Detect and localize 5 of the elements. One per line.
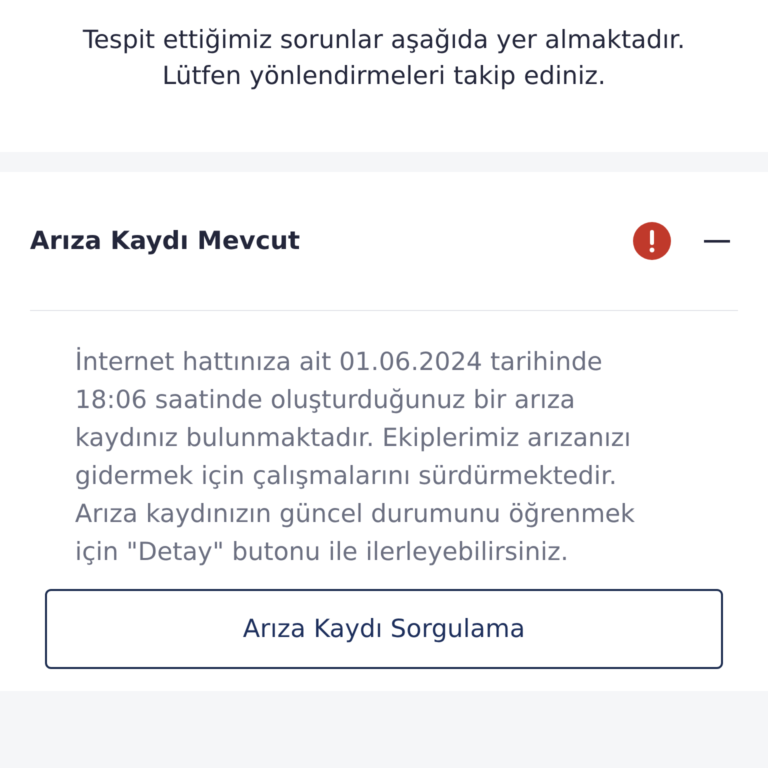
intro-text: Tespit ettiğimiz sorunlar aşağıda yer almaktadır. (82, 24, 686, 56)
issue-description: İnternet hattınıza ait 01.06.2024 tarihinde 18:06 saatinde oluşturduğunuz bir arıza kaydınız bulunmaktadır. Ekiplerimiz arızanızı gidermek için çalışmalarını sürdürmektedir. Arıza kaydınızın güncel durumunu öğrenmek için "Detay" butonu ile ilerleyebilirsiniz. (75, 346, 636, 568)
intro-text: Lütfen yönlendirmeleri takip ediniz. (162, 60, 606, 92)
issue-title: Arıza Kaydı Mevcut (30, 225, 302, 258)
query-fault-button[interactable]: Arıza Kaydı Sorgulama (45, 589, 723, 669)
